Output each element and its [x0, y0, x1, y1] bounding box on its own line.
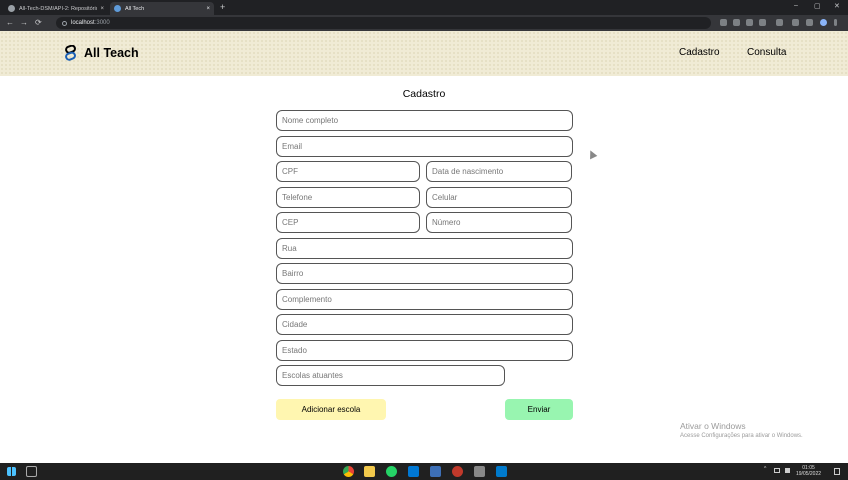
- full-name-input[interactable]: [276, 110, 573, 131]
- mouse-cursor-icon: [586, 148, 598, 160]
- share-icon[interactable]: [720, 19, 727, 26]
- phone-input[interactable]: [276, 187, 420, 208]
- recorder-icon[interactable]: [452, 466, 463, 477]
- side-panel-icon[interactable]: [806, 19, 813, 26]
- app-icon[interactable]: [474, 466, 485, 477]
- watermark-title: Ativar o Windows: [680, 421, 746, 431]
- window-close-button[interactable]: ✕: [834, 2, 840, 10]
- github-icon: [8, 5, 15, 12]
- extensions-puzzle-icon[interactable]: [792, 19, 799, 26]
- close-icon[interactable]: ×: [206, 6, 210, 12]
- schools-input[interactable]: [276, 365, 505, 386]
- translate-icon[interactable]: [746, 19, 753, 26]
- browser-toolbar: ← → ⟳ localhost:3000: [0, 15, 848, 31]
- email-input[interactable]: [276, 136, 573, 157]
- logo-icon: [65, 45, 76, 61]
- number-input[interactable]: [426, 212, 572, 233]
- network-icon[interactable]: [774, 468, 780, 473]
- close-icon[interactable]: ×: [100, 6, 104, 12]
- nav-cadastro[interactable]: Cadastro: [679, 47, 720, 58]
- minimize-button[interactable]: –: [794, 2, 798, 9]
- cpf-input[interactable]: [276, 161, 420, 182]
- city-input[interactable]: [276, 314, 573, 335]
- chrome-icon[interactable]: [343, 466, 354, 477]
- watermark-subtitle: Acesse Configurações para ativar o Windo…: [680, 433, 803, 439]
- system-clock[interactable]: 01:05 19/05/2022: [796, 465, 821, 477]
- url-host: localhost: [71, 20, 95, 26]
- tab-title: All Tech: [125, 5, 145, 12]
- bookmark-star-icon[interactable]: [759, 19, 766, 26]
- volume-icon[interactable]: [785, 468, 790, 473]
- menu-kebab-icon[interactable]: [834, 19, 837, 26]
- whatsapp-icon[interactable]: [386, 466, 397, 477]
- browser-tab-strip: All-Tech-DSM/API-2: Repositório... × All…: [0, 0, 848, 15]
- windows-taskbar: ^ 01:05 19/05/2022: [0, 463, 848, 480]
- state-input[interactable]: [276, 340, 573, 361]
- zoom-icon[interactable]: [733, 19, 740, 26]
- windows-activation-watermark: Ativar o Windows Acesse Configurações pa…: [680, 421, 803, 439]
- extension-icon[interactable]: [776, 19, 783, 26]
- reload-button[interactable]: ⟳: [35, 18, 42, 27]
- nav-consulta[interactable]: Consulta: [747, 47, 786, 58]
- profile-avatar[interactable]: [820, 19, 827, 26]
- new-tab-button[interactable]: +: [220, 2, 225, 12]
- url-port: :3000: [94, 20, 110, 26]
- cep-input[interactable]: [276, 212, 420, 233]
- page-title: Cadastro: [402, 88, 446, 100]
- task-view-icon[interactable]: [26, 466, 37, 477]
- clock-date: 19/05/2022: [796, 471, 822, 477]
- vscode-icon[interactable]: [496, 466, 507, 477]
- street-input[interactable]: [276, 238, 573, 259]
- tab-all-tech[interactable]: All Tech ×: [110, 2, 214, 15]
- neighborhood-input[interactable]: [276, 263, 573, 284]
- tray-expand-icon[interactable]: ^: [764, 466, 766, 472]
- submit-button[interactable]: Enviar: [505, 399, 573, 420]
- mobile-input[interactable]: [426, 187, 572, 208]
- back-button[interactable]: ←: [6, 18, 14, 27]
- forward-button[interactable]: →: [20, 18, 28, 27]
- windows-start-icon[interactable]: [7, 467, 16, 476]
- tab-repository[interactable]: All-Tech-DSM/API-2: Repositório... ×: [4, 2, 108, 15]
- notifications-icon[interactable]: [834, 468, 840, 475]
- birth-date-input[interactable]: [426, 161, 572, 182]
- complement-input[interactable]: [276, 289, 573, 310]
- maximize-button[interactable]: ▢: [814, 2, 821, 10]
- address-bar[interactable]: localhost:3000: [56, 17, 711, 29]
- app-favicon-icon: [114, 5, 121, 12]
- file-explorer-icon[interactable]: [364, 466, 375, 477]
- store-icon[interactable]: [408, 466, 419, 477]
- tab-title: All-Tech-DSM/API-2: Repositório...: [19, 5, 98, 12]
- site-info-icon[interactable]: [62, 20, 67, 26]
- brand-title: All Teach: [84, 46, 139, 60]
- app-icon[interactable]: [430, 466, 441, 477]
- add-school-button[interactable]: Adicionar escola: [276, 399, 386, 420]
